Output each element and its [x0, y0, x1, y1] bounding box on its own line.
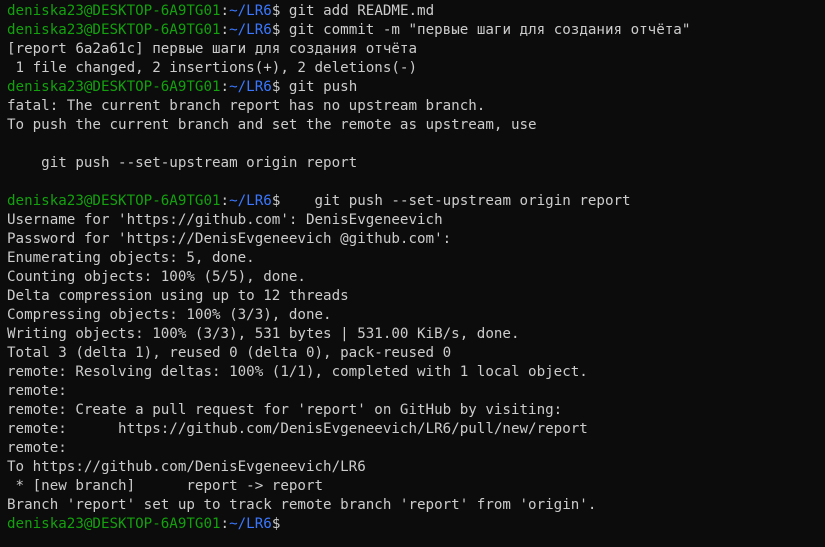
prompt-line: deniska23@DESKTOP-6A9TG01:~/LR6$ git pus…	[7, 78, 825, 97]
output-line: * [new branch] report -> report	[7, 477, 825, 496]
prompt-user-host: deniska23@DESKTOP-6A9TG01	[7, 193, 221, 209]
prompt-colon: :	[220, 22, 230, 38]
prompt-path: ~/LR6	[229, 79, 272, 95]
output-text: Writing objects: 100% (3/3), 531 bytes |…	[7, 326, 520, 342]
prompt-path: ~/LR6	[229, 22, 272, 38]
output-text: [report 6a2a61c] первые шаги для создани…	[7, 41, 417, 57]
prompt-dollar: $	[271, 516, 281, 532]
prompt-colon: :	[220, 516, 230, 532]
output-line: Username for 'https://github.com': Denis…	[7, 211, 825, 230]
prompt-path: ~/LR6	[229, 3, 272, 19]
output-text: fatal: The current branch report has no …	[7, 98, 486, 114]
output-line: Writing objects: 100% (3/3), 531 bytes |…	[7, 325, 825, 344]
prompt-colon: :	[220, 193, 230, 209]
terminal-window[interactable]: deniska23@DESKTOP-6A9TG01:~/LR6$ git add…	[0, 0, 825, 547]
output-text: remote: Resolving deltas: 100% (1/1), co…	[7, 364, 588, 380]
output-text: Delta compression using up to 12 threads	[7, 288, 349, 304]
output-line: remote: Resolving deltas: 100% (1/1), co…	[7, 363, 825, 382]
output-text: Compressing objects: 100% (3/3), done.	[7, 307, 332, 323]
output-text: Enumerating objects: 5, done.	[7, 250, 255, 266]
output-line: remote:	[7, 439, 825, 458]
prompt-colon: :	[220, 3, 230, 19]
output-line: remote:	[7, 382, 825, 401]
output-text: Counting objects: 100% (5/5), done.	[7, 269, 306, 285]
output-text: remote: https://github.com/DenisEvgeneev…	[7, 421, 588, 437]
output-line: fatal: The current branch report has no …	[7, 97, 825, 116]
prompt-path: ~/LR6	[229, 516, 272, 532]
prompt-path: ~/LR6	[229, 193, 272, 209]
output-line: Total 3 (delta 1), reused 0 (delta 0), p…	[7, 344, 825, 363]
output-line: Password for 'https://DenisEvgeneevich @…	[7, 230, 825, 249]
output-text: Username for 'https://github.com': Denis…	[7, 212, 443, 228]
output-line: git push --set-upstream origin report	[7, 154, 825, 173]
output-text: remote: Create a pull request for 'repor…	[7, 402, 563, 418]
output-line: 1 file changed, 2 insertions(+), 2 delet…	[7, 59, 825, 78]
output-text: To https://github.com/DenisEvgeneevich/L…	[7, 459, 366, 475]
output-line: To https://github.com/DenisEvgeneevich/L…	[7, 458, 825, 477]
output-text: Total 3 (delta 1), reused 0 (delta 0), p…	[7, 345, 452, 361]
output-line: Compressing objects: 100% (3/3), done.	[7, 306, 825, 325]
output-line: Delta compression using up to 12 threads	[7, 287, 825, 306]
prompt-user-host: deniska23@DESKTOP-6A9TG01	[7, 22, 221, 38]
output-text: Branch 'report' set up to track remote b…	[7, 497, 597, 513]
output-text: git push --set-upstream origin report	[7, 155, 358, 171]
output-line: Counting objects: 100% (5/5), done.	[7, 268, 825, 287]
prompt-line: deniska23@DESKTOP-6A9TG01:~/LR6$ git add…	[7, 2, 825, 21]
output-text: * [new branch] report -> report	[7, 478, 324, 494]
output-line: [report 6a2a61c] первые шаги для создани…	[7, 40, 825, 59]
output-line: remote: https://github.com/DenisEvgeneev…	[7, 420, 825, 439]
prompt-colon: :	[220, 79, 230, 95]
command-text: git add README.md	[280, 3, 435, 19]
prompt-line: deniska23@DESKTOP-6A9TG01:~/LR6$ git pus…	[7, 192, 825, 211]
prompt-user-host: deniska23@DESKTOP-6A9TG01	[7, 516, 221, 532]
prompt-user-host: deniska23@DESKTOP-6A9TG01	[7, 79, 221, 95]
output-text: 1 file changed, 2 insertions(+), 2 delet…	[7, 60, 417, 76]
output-line: To push the current branch and set the r…	[7, 116, 825, 135]
prompt-line: deniska23@DESKTOP-6A9TG01:~/LR6$	[7, 515, 825, 534]
output-text: To push the current branch and set the r…	[7, 117, 537, 133]
output-line: remote: Create a pull request for 'repor…	[7, 401, 825, 420]
prompt-user-host: deniska23@DESKTOP-6A9TG01	[7, 3, 221, 19]
command-text: git push --set-upstream origin report	[280, 193, 631, 209]
prompt-line: deniska23@DESKTOP-6A9TG01:~/LR6$ git com…	[7, 21, 825, 40]
command-text: git commit -m "первые шаги для создания …	[280, 22, 691, 38]
command-text: git push	[280, 79, 358, 95]
output-line: Enumerating objects: 5, done.	[7, 249, 825, 268]
output-text: Password for 'https://DenisEvgeneevich @…	[7, 231, 452, 247]
output-text: remote:	[7, 440, 67, 456]
output-line: Branch 'report' set up to track remote b…	[7, 496, 825, 515]
output-text: remote:	[7, 383, 67, 399]
